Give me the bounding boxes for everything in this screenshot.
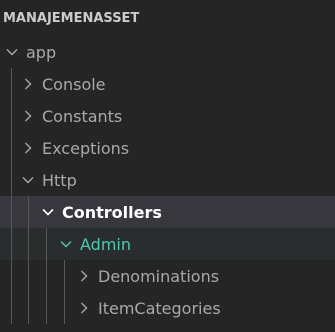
indent-guide xyxy=(64,260,65,292)
chevron-right-icon xyxy=(76,268,92,284)
chevron-right-icon xyxy=(20,140,36,156)
indent-guide xyxy=(28,260,29,292)
tree-item-console[interactable]: Console xyxy=(0,68,335,100)
tree-item-item-categories[interactable]: ItemCategories xyxy=(0,292,335,324)
tree-item-http[interactable]: Http xyxy=(0,164,335,196)
tree-item-label: Controllers xyxy=(62,202,162,222)
chevron-right-icon xyxy=(20,76,36,92)
indent-guide xyxy=(11,196,12,228)
indent-guide xyxy=(46,228,47,260)
indent-guide xyxy=(64,292,65,324)
chevron-down-icon xyxy=(4,44,20,60)
indent-guide xyxy=(46,292,47,324)
tree-item-label: Admin xyxy=(80,234,131,254)
file-explorer: MANAJEMENASSET app Console Constants Exc… xyxy=(0,0,335,332)
indent-guide xyxy=(11,164,12,196)
chevron-down-icon xyxy=(40,204,56,220)
tree-item-exceptions[interactable]: Exceptions xyxy=(0,132,335,164)
tree-item-label: Console xyxy=(42,74,106,94)
chevron-down-icon xyxy=(58,236,74,252)
indent-guide xyxy=(28,228,29,260)
tree-item-app[interactable]: app xyxy=(0,36,335,68)
indent-guide xyxy=(28,196,29,228)
tree-item-denominations[interactable]: Denominations xyxy=(0,260,335,292)
tree-item-controllers[interactable]: Controllers xyxy=(0,196,335,228)
indent-guide xyxy=(11,68,12,100)
tree-item-constants[interactable]: Constants xyxy=(0,100,335,132)
indent-guide xyxy=(11,228,12,260)
tree-item-label: Exceptions xyxy=(42,138,130,158)
tree-item-label: app xyxy=(26,42,57,62)
indent-guide xyxy=(11,132,12,164)
chevron-right-icon xyxy=(20,108,36,124)
tree-item-label: ItemCategories xyxy=(98,298,221,318)
tree-item-label: Http xyxy=(42,170,77,190)
indent-guide xyxy=(11,260,12,292)
tree-item-label: Denominations xyxy=(98,266,220,286)
chevron-right-icon xyxy=(76,300,92,316)
explorer-section-header[interactable]: MANAJEMENASSET xyxy=(0,0,335,36)
chevron-down-icon xyxy=(20,172,36,188)
tree-item-admin[interactable]: Admin xyxy=(0,228,335,260)
tree-item-label: Constants xyxy=(42,106,123,126)
indent-guide xyxy=(46,260,47,292)
indent-guide xyxy=(11,292,12,324)
workspace-title: MANAJEMENASSET xyxy=(3,10,140,26)
indent-guide xyxy=(28,292,29,324)
indent-guide xyxy=(11,100,12,132)
